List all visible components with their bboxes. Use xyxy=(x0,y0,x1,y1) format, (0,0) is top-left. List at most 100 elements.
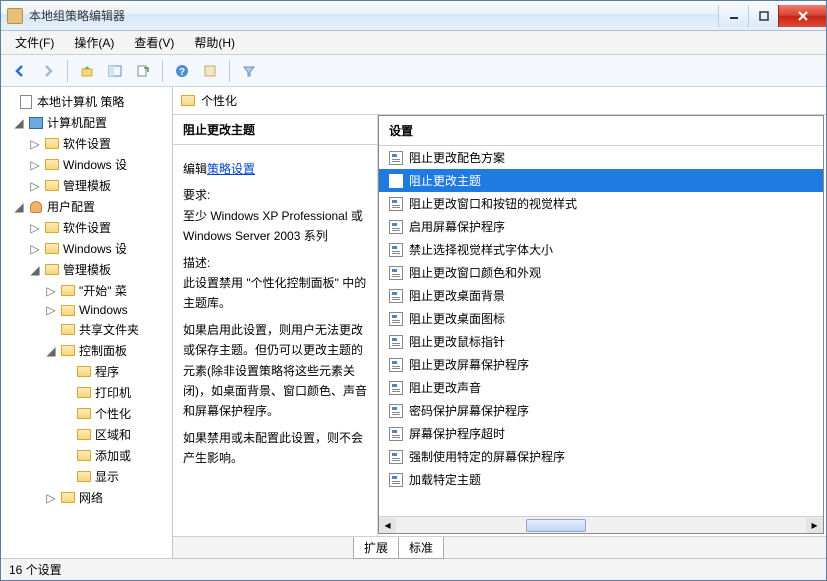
list-item[interactable]: 阻止更改鼠标指针 xyxy=(379,330,823,353)
list-item[interactable]: 加载特定主题 xyxy=(379,468,823,491)
close-button[interactable] xyxy=(778,5,826,27)
policy-icon xyxy=(389,151,403,165)
tree-computer-config[interactable]: ◢ 计算机配置 xyxy=(3,112,170,133)
filter-button[interactable] xyxy=(236,58,262,84)
list-item-label: 屏幕保护程序超时 xyxy=(409,425,505,442)
tree-item[interactable]: ▷Windows xyxy=(3,301,170,319)
tree-label: Windows 设 xyxy=(63,240,127,257)
menu-help[interactable]: 帮助(H) xyxy=(184,31,245,54)
window-title: 本地组策略编辑器 xyxy=(29,7,718,24)
tree-root[interactable]: 本地计算机 策略 xyxy=(3,91,170,112)
list-item[interactable]: 启用屏幕保护程序 xyxy=(379,215,823,238)
list-item[interactable]: 阻止更改窗口颜色和外观 xyxy=(379,261,823,284)
list-item[interactable]: 屏幕保护程序超时 xyxy=(379,422,823,445)
tree-item[interactable]: ▷"开始" 菜 xyxy=(3,280,170,301)
list-item[interactable]: 阻止更改桌面背景 xyxy=(379,284,823,307)
scroll-track[interactable] xyxy=(396,519,806,532)
policy-icon xyxy=(389,381,403,395)
menu-file[interactable]: 文件(F) xyxy=(5,31,64,54)
scroll-icon xyxy=(18,95,34,109)
list-item[interactable]: 密码保护屏幕保护程序 xyxy=(379,399,823,422)
tree-label: 管理模板 xyxy=(63,177,111,194)
tree-admin-templates[interactable]: ◢管理模板 xyxy=(3,259,170,280)
tree-item[interactable]: 共享文件夹 xyxy=(3,319,170,340)
list-item[interactable]: 阻止更改声音 xyxy=(379,376,823,399)
horizontal-scrollbar[interactable]: ◂ ▸ xyxy=(379,516,823,533)
computer-icon xyxy=(28,116,44,130)
tab-standard[interactable]: 标准 xyxy=(398,537,444,559)
tree-item[interactable]: 打印机 xyxy=(3,382,170,403)
export-button[interactable] xyxy=(130,58,156,84)
list-item[interactable]: 强制使用特定的屏幕保护程序 xyxy=(379,445,823,468)
tree-item[interactable]: 程序 xyxy=(3,361,170,382)
menu-view[interactable]: 查看(V) xyxy=(124,31,184,54)
tree-label: Windows xyxy=(79,303,128,317)
list-item-label: 阻止更改窗口和按钮的视觉样式 xyxy=(409,195,577,212)
tree-item[interactable]: 添加或 xyxy=(3,445,170,466)
tree-item[interactable]: ▷Windows 设 xyxy=(3,154,170,175)
tree-item[interactable]: ▷管理模板 xyxy=(3,175,170,196)
list-item[interactable]: 阻止更改桌面图标 xyxy=(379,307,823,330)
edit-policy-link[interactable]: 策略设置 xyxy=(207,162,255,176)
expand-icon: ▷ xyxy=(45,491,57,505)
list-item-label: 加载特定主题 xyxy=(409,471,481,488)
show-hide-tree-button[interactable] xyxy=(102,58,128,84)
tree-label: 打印机 xyxy=(95,384,131,401)
svg-text:?: ? xyxy=(179,67,185,78)
desc-text-2: 如果启用此设置，则用户无法更改或保存主题。但仍可以更改主题的元素(除非设置策略将… xyxy=(183,320,367,422)
back-button[interactable] xyxy=(7,58,33,84)
tree-item[interactable]: ▷软件设置 xyxy=(3,133,170,154)
policy-icon xyxy=(389,220,403,234)
toolbar-separator xyxy=(67,60,68,82)
list-item[interactable]: 禁止选择视觉样式字体大小 xyxy=(379,238,823,261)
folder-icon xyxy=(44,179,60,193)
maximize-button[interactable] xyxy=(748,5,778,27)
folder-icon xyxy=(76,365,92,379)
scroll-right-arrow[interactable]: ▸ xyxy=(806,518,823,533)
tree-label: 控制面板 xyxy=(79,342,127,359)
list-item[interactable]: 阻止更改配色方案 xyxy=(379,146,823,169)
tree-item-personalization[interactable]: 个性化 xyxy=(3,403,170,424)
help-button[interactable]: ? xyxy=(169,58,195,84)
list-item[interactable]: 阻止更改屏幕保护程序 xyxy=(379,353,823,376)
scroll-left-arrow[interactable]: ◂ xyxy=(379,518,396,533)
list-item[interactable]: 阻止更改主题 xyxy=(379,169,823,192)
tree-item[interactable]: 区域和 xyxy=(3,424,170,445)
desc-text-3: 如果禁用或未配置此设置，则不会产生影响。 xyxy=(183,428,367,469)
properties-button[interactable] xyxy=(197,58,223,84)
description-content: 编辑策略设置 要求:至少 Windows XP Professional 或 W… xyxy=(173,145,377,482)
expand-icon: ▷ xyxy=(45,284,57,298)
tree-control-panel[interactable]: ◢ 控制面板 xyxy=(3,340,170,361)
list-item-label: 阻止更改窗口颜色和外观 xyxy=(409,264,541,281)
app-icon xyxy=(7,8,23,24)
tree-item[interactable]: ▷网络 xyxy=(3,487,170,508)
tree-label: 添加或 xyxy=(95,447,131,464)
tree-label: 程序 xyxy=(95,363,119,380)
tree-item[interactable]: 显示 xyxy=(3,466,170,487)
tree-item[interactable]: ▷Windows 设 xyxy=(3,238,170,259)
toolbar-separator xyxy=(229,60,230,82)
policy-title: 阻止更改主题 xyxy=(173,115,377,145)
policy-icon xyxy=(389,450,403,464)
folder-icon xyxy=(44,263,60,277)
settings-column-header[interactable]: 设置 xyxy=(379,116,823,146)
tree-user-config[interactable]: ◢ 用户配置 xyxy=(3,196,170,217)
menu-action[interactable]: 操作(A) xyxy=(64,31,124,54)
toolbar-separator xyxy=(162,60,163,82)
folder-icon xyxy=(60,303,76,317)
policy-icon xyxy=(389,312,403,326)
forward-button[interactable] xyxy=(35,58,61,84)
tree-item[interactable]: ▷软件设置 xyxy=(3,217,170,238)
tab-extended[interactable]: 扩展 xyxy=(353,537,399,559)
window-controls xyxy=(718,5,826,27)
folder-icon xyxy=(76,428,92,442)
up-button[interactable] xyxy=(74,58,100,84)
statusbar: 16 个设置 xyxy=(1,558,826,580)
scroll-thumb[interactable] xyxy=(526,519,586,532)
folder-icon xyxy=(60,344,76,358)
minimize-button[interactable] xyxy=(718,5,748,27)
list-item[interactable]: 阻止更改窗口和按钮的视觉样式 xyxy=(379,192,823,215)
folder-icon xyxy=(60,323,76,337)
folder-icon xyxy=(44,221,60,235)
collapse-icon: ◢ xyxy=(45,344,57,358)
